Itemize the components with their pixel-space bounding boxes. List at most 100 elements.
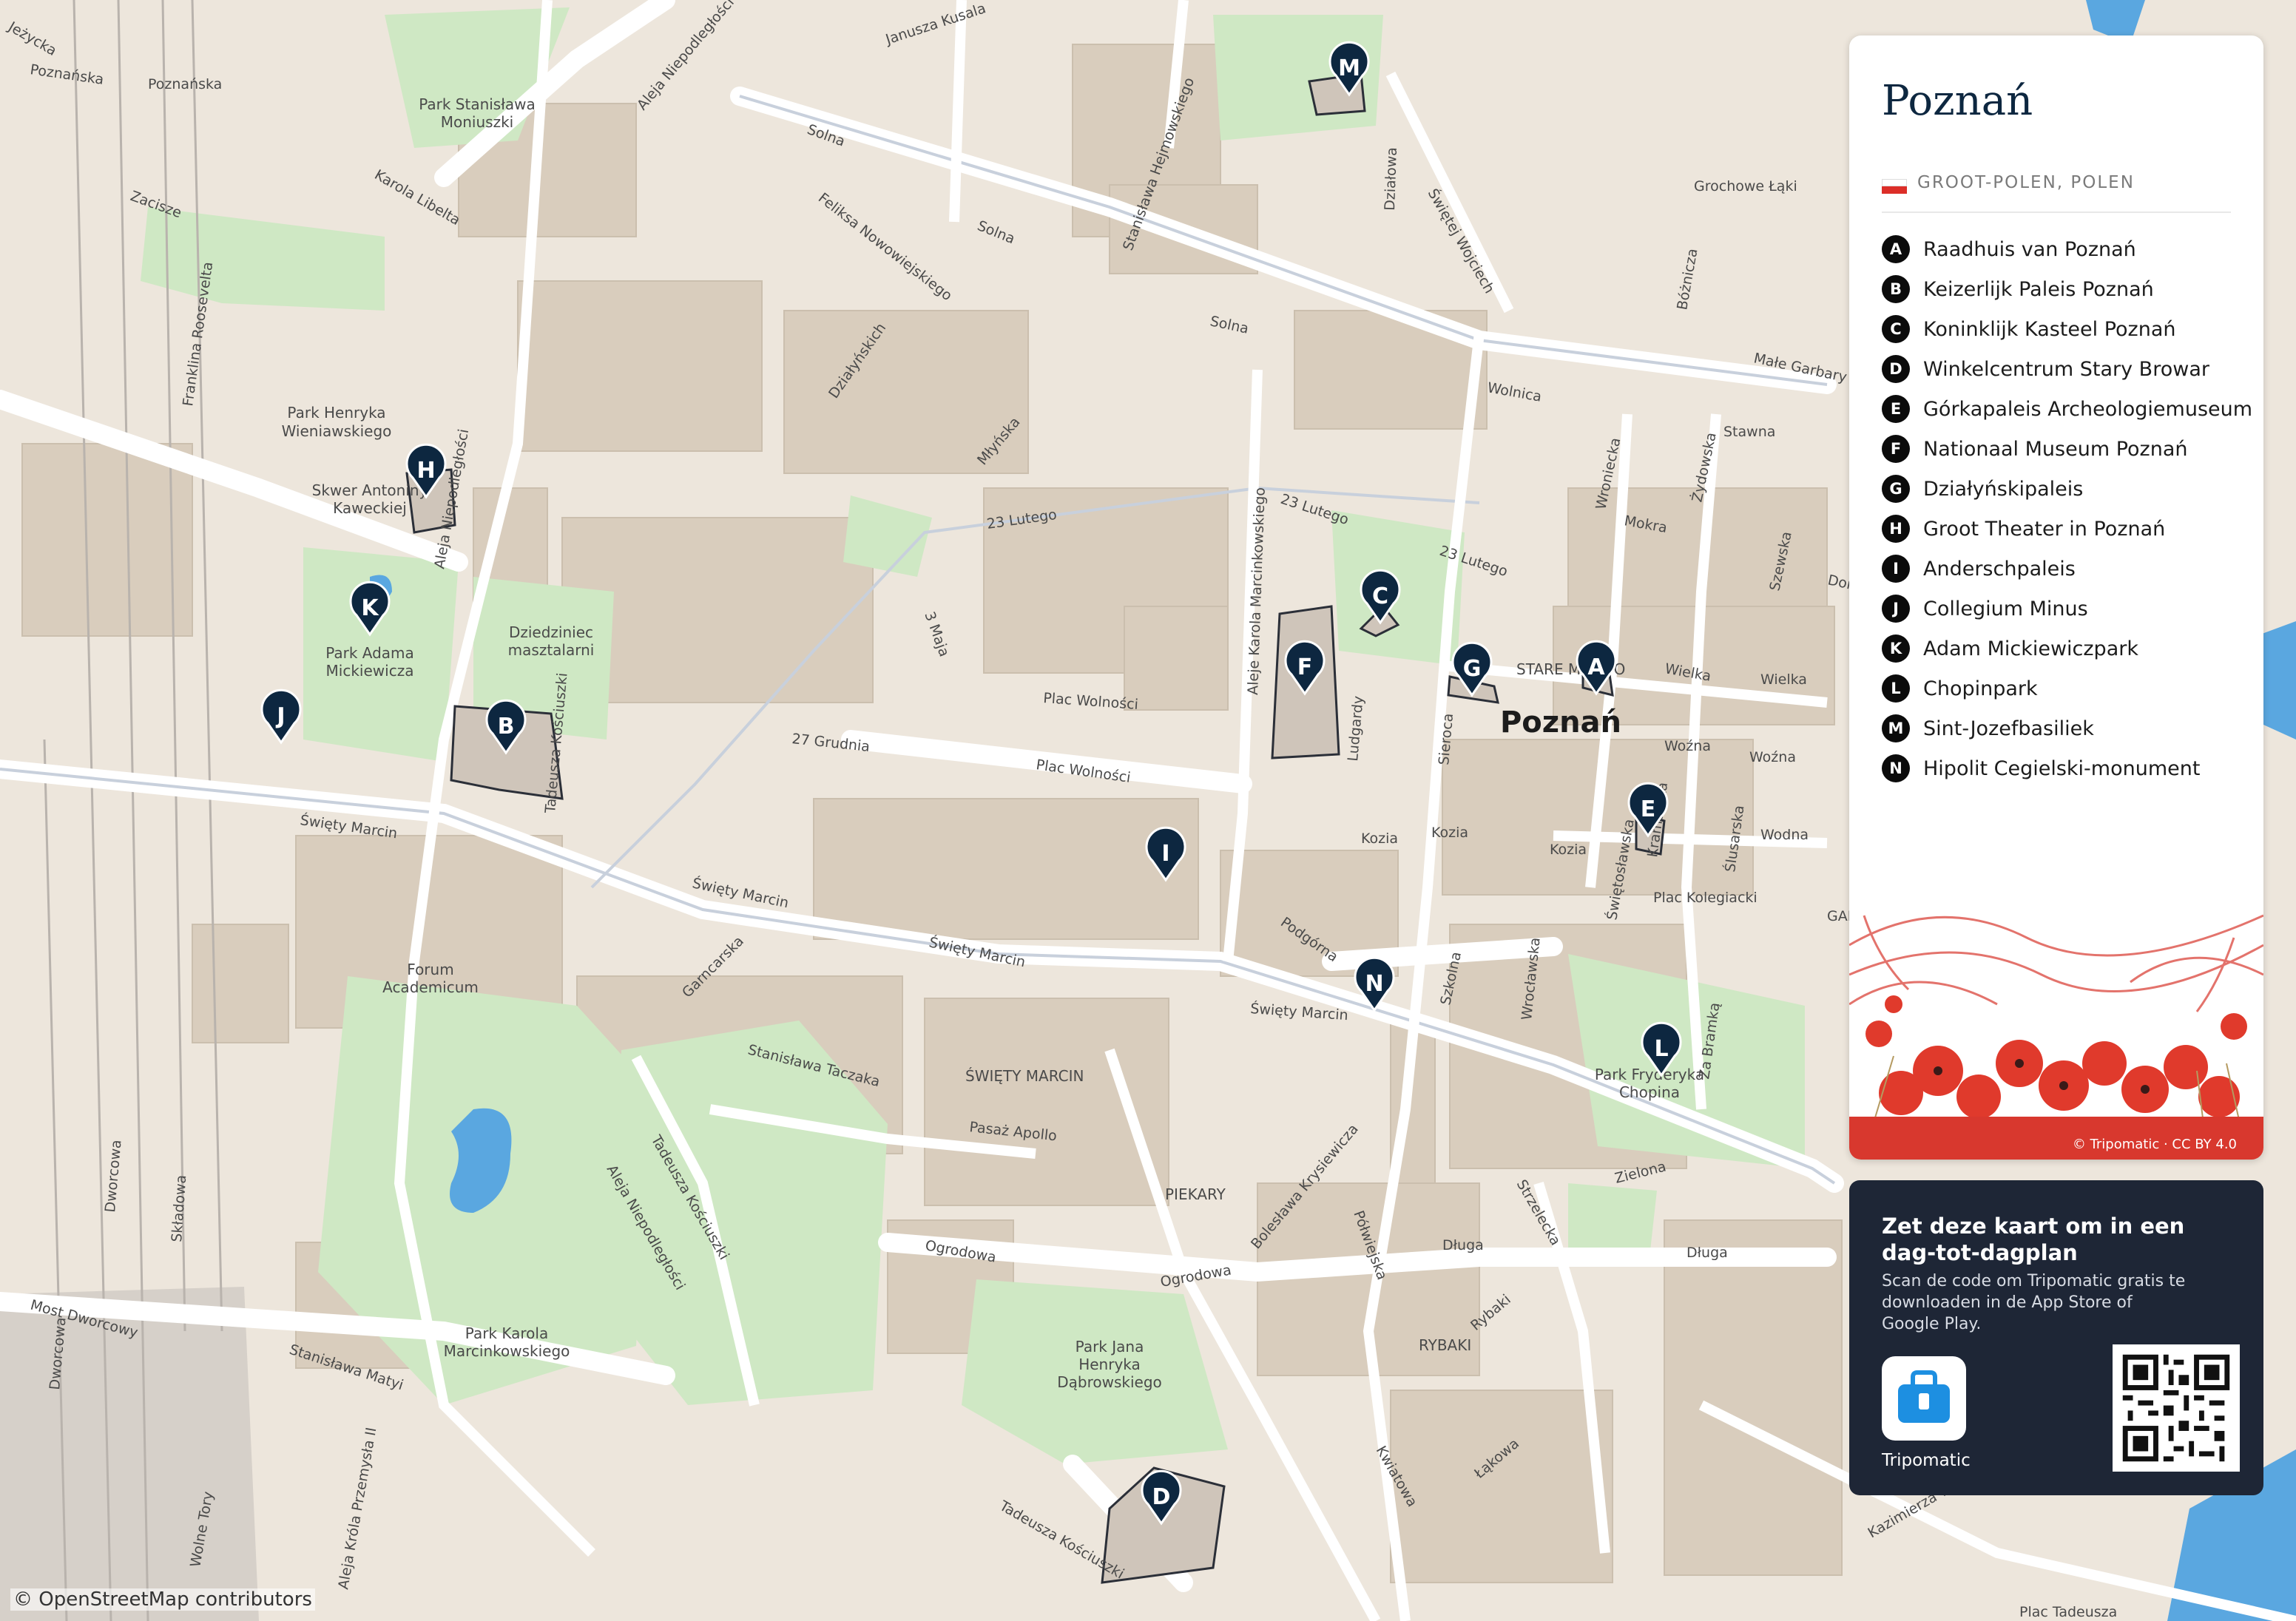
legend-item-label: Raadhuis van Poznań [1923,237,2136,261]
svg-text:RYBAKI: RYBAKI [1419,1336,1471,1354]
svg-text:Dziedziniec: Dziedziniec [509,623,593,641]
svg-text:Stawna: Stawna [1723,424,1775,440]
promo-title: Zet deze kaart om in een dag-tot-dagplan [1882,1214,2185,1265]
svg-text:Kaweckiej: Kaweckiej [333,499,407,517]
svg-text:Park Fryderyka: Park Fryderyka [1595,1066,1704,1083]
marker-badge: D [1882,355,1910,383]
legend-item-label: Koninklijk Kasteel Poznań [1923,317,2176,341]
legend-item[interactable]: C Koninklijk Kasteel Poznań [1882,309,2252,349]
svg-text:Woźna: Woźna [1749,749,1796,765]
marker-badge: C [1882,315,1910,343]
legend-item[interactable]: D Winkelcentrum Stary Browar [1882,349,2252,389]
legend-item[interactable]: K Adam Mickiewiczpark [1882,629,2252,669]
map-marker-label: I [1161,841,1169,867]
svg-text:Chopina: Chopina [1619,1083,1680,1101]
legend-list: A Raadhuis van Poznań B Keizerlijk Paleis … [1882,229,2252,788]
svg-text:Długa: Długa [1686,1245,1728,1261]
legend-item-label: Anderschpaleis [1923,557,2076,581]
tripomatic-credit: © Tripomatic · CC BY 4.0 [2072,1137,2237,1152]
legend-item-label: Górkapaleis Archeologiemuseum [1923,397,2253,421]
legend-panel: Poznań GROOT-POLEN, POLEN A Raadhuis van … [1849,35,2263,1160]
legend-item-label: Działyńskipaleis [1923,477,2084,501]
legend-item[interactable]: N Hipolit Cegielski-monument [1882,748,2252,788]
marker-badge: I [1882,555,1910,583]
svg-text:Kozia: Kozia [1550,842,1587,858]
svg-text:ŚWIĘTY MARCIN: ŚWIĘTY MARCIN [965,1067,1084,1085]
svg-text:Mickiewicza: Mickiewicza [326,662,414,680]
svg-text:Poznańska: Poznańska [148,76,222,92]
legend-item[interactable]: J Collegium Minus [1882,589,2252,629]
svg-text:PIEKARY: PIEKARY [1165,1185,1226,1203]
map-marker-label: A [1587,654,1605,680]
legend-item[interactable]: B Keizerlijk Paleis Poznań [1882,269,2252,309]
legend-item[interactable]: M Sint-Jozefbasiliek [1882,708,2252,748]
svg-text:Kozia: Kozia [1431,825,1468,841]
svg-text:Grochowe Łąki: Grochowe Łąki [1694,178,1797,194]
svg-text:Park Adama: Park Adama [325,644,414,662]
map-marker-label: N [1365,971,1383,997]
svg-text:Academicum: Academicum [382,978,479,996]
map-marker-label: F [1297,654,1313,680]
promo-body: Scan de code om Tripomatic gratis te dow… [1882,1272,2186,1333]
legend-item-label: Chopinpark [1923,677,2038,700]
svg-text:Henryka: Henryka [1078,1356,1141,1373]
legend-item-label: Keizerlijk Paleis Poznań [1923,277,2154,301]
marker-badge: K [1882,634,1910,663]
legend-item[interactable]: G Działyńskipaleis [1882,469,2252,509]
svg-text:Forum: Forum [407,961,453,978]
marker-badge: F [1882,435,1910,463]
svg-text:Park Karola: Park Karola [465,1324,548,1342]
osm-credit: © OpenStreetMap contributors [10,1588,315,1611]
map-title: Poznań [1882,77,2033,125]
svg-text:Wieniawskiego: Wieniawskiego [282,422,392,440]
legend-item[interactable]: H Groot Theater in Poznań [1882,509,2252,549]
city-label: Poznań [1500,705,1621,740]
svg-text:Dąbrowskiego: Dąbrowskiego [1057,1373,1162,1391]
legend-item[interactable]: A Raadhuis van Poznań [1882,229,2252,269]
marker-badge: B [1882,275,1910,303]
map-marker-label: B [498,714,515,740]
svg-text:Park Henryka: Park Henryka [287,404,385,422]
map-marker-label: H [416,458,435,484]
legend-item-label: Collegium Minus [1923,597,2088,620]
marker-badge: J [1882,595,1910,623]
legend-item[interactable]: L Chopinpark [1882,669,2252,708]
marker-badge: G [1882,475,1910,503]
poland-flag-icon [1882,179,1907,194]
legend-item[interactable]: E Górkapaleis Archeologiemuseum [1882,389,2252,429]
legend-item[interactable]: I Anderschpaleis [1882,549,2252,589]
svg-text:Wielka: Wielka [1760,671,1807,688]
map-marker-label: D [1152,1484,1171,1510]
legend-item-label: Groot Theater in Poznań [1923,517,2166,541]
tripomatic-app-icon[interactable] [1882,1356,1966,1441]
poppy-illustration [1849,914,2263,1160]
map-marker-label: G [1463,656,1482,682]
svg-text:Długa: Długa [1442,1237,1484,1253]
svg-text:Działowa: Działowa [1382,147,1400,211]
divider [1882,211,2231,213]
marker-badge: N [1882,754,1910,782]
svg-text:Park Jana: Park Jana [1076,1338,1144,1356]
map-marker-label: K [361,595,379,621]
legend-item[interactable]: F Nationaal Museum Poznań [1882,429,2252,469]
qr-code[interactable] [2113,1344,2240,1472]
promo-panel: Zet deze kaart om in een dag-tot-dagplan… [1849,1180,2263,1495]
svg-text:Moniuszki: Moniuszki [441,113,513,131]
legend-item-label: Hipolit Cegielski-monument [1923,757,2201,780]
map-marker-label: M [1338,55,1360,81]
map-marker-label: C [1372,583,1388,609]
legend-item-label: Winkelcentrum Stary Browar [1923,357,2209,381]
map-marker-label: J [275,703,285,729]
svg-text:Plac Tadeusza: Plac Tadeusza [2019,1604,2117,1620]
svg-text:Wodna: Wodna [1760,827,1809,843]
marker-badge: A [1882,235,1910,263]
app-name: Tripomatic [1882,1451,1971,1470]
legend-item-label: Nationaal Museum Poznań [1923,437,2188,461]
svg-text:masztalarni: masztalarni [508,641,595,659]
svg-text:Marcinkowskiego: Marcinkowskiego [444,1342,570,1360]
region-label: GROOT-POLEN, POLEN [1917,173,2135,192]
marker-badge: L [1882,674,1910,703]
svg-text:Plac Kolegiacki: Plac Kolegiacki [1653,890,1758,906]
legend-item-label: Adam Mickiewiczpark [1923,637,2138,660]
legend-item-label: Sint-Jozefbasiliek [1923,717,2094,740]
